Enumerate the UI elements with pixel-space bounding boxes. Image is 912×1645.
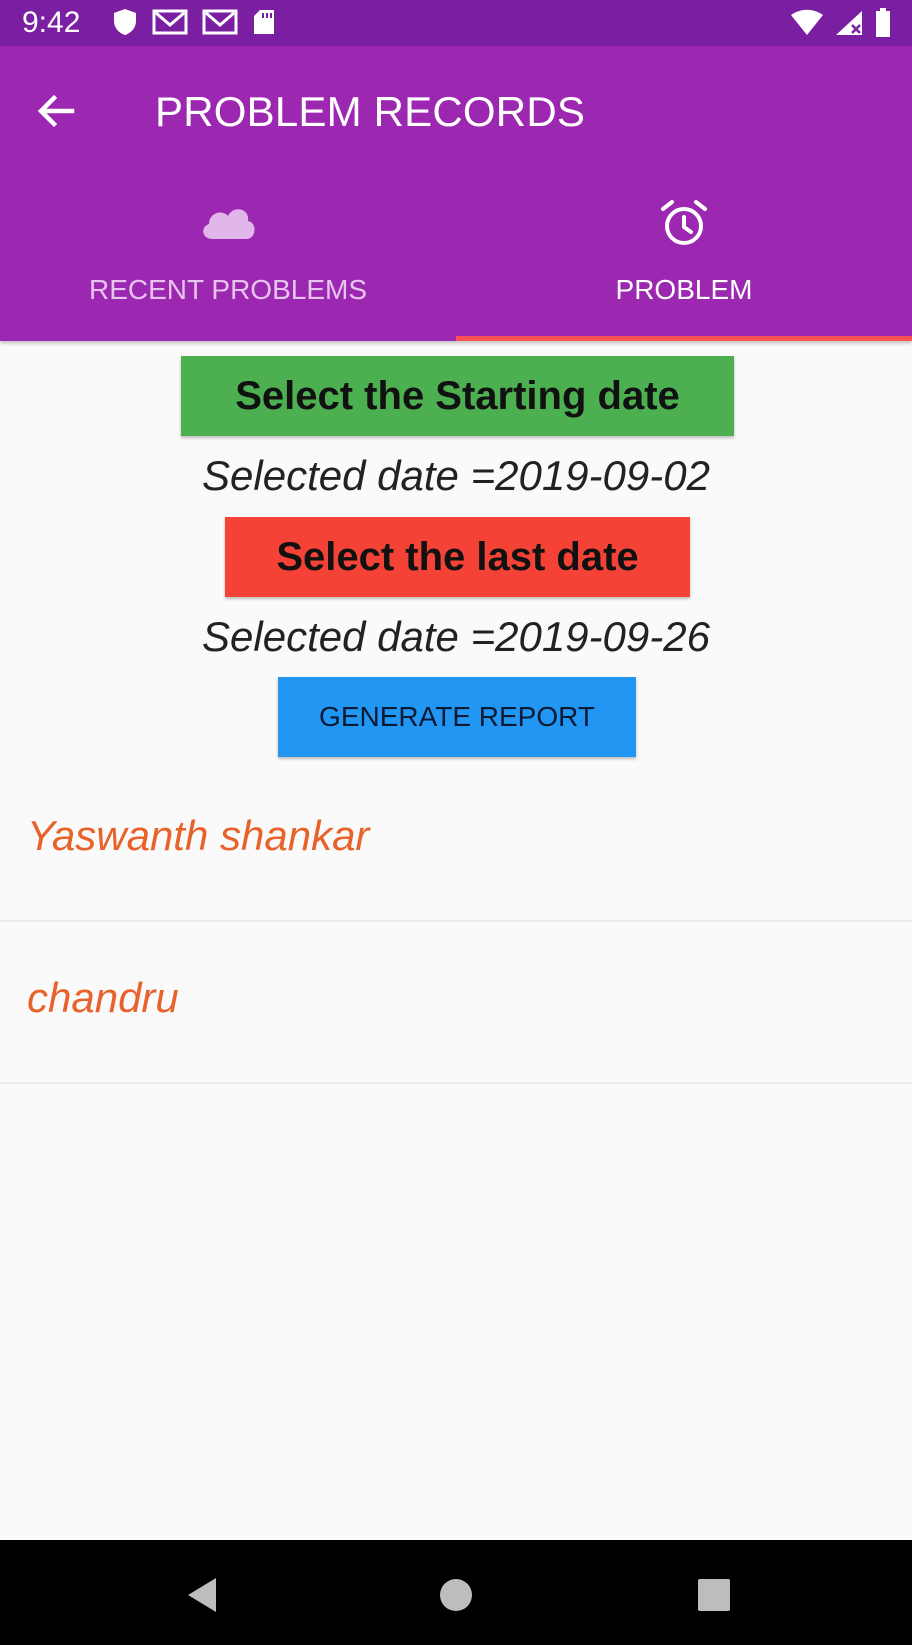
nav-back-button[interactable] xyxy=(180,1570,230,1620)
status-bar: 9:42 xyxy=(0,0,912,46)
back-button[interactable] xyxy=(32,86,82,136)
status-icons-right xyxy=(790,8,892,38)
list-item-name: chandru xyxy=(27,974,179,1021)
cloud-icon xyxy=(198,199,258,248)
tab-label-problem: PROBLEM xyxy=(615,274,753,305)
select-last-date-button[interactable]: Select the last date xyxy=(225,517,690,597)
page-title: PROBLEM RECORDS xyxy=(155,88,586,135)
end-date-text: Selected date =2019-09-26 xyxy=(202,613,710,660)
app-bar: PROBLEM RECORDS RECENT PROBLEMS PROBLEM xyxy=(0,46,912,341)
back-triangle-icon xyxy=(188,1578,216,1612)
tab-recent-problems[interactable]: RECENT PROBLEMS xyxy=(0,196,456,341)
gmail-icon xyxy=(202,9,238,35)
generate-report-button[interactable]: GENERATE REPORT xyxy=(278,677,636,757)
list-item[interactable]: chandru xyxy=(0,922,912,1084)
alarm-clock-icon xyxy=(659,199,709,254)
selected-tab-indicator xyxy=(456,336,912,341)
signal-icon xyxy=(836,11,862,35)
recents-square-icon xyxy=(698,1579,730,1611)
wifi-icon xyxy=(791,9,823,35)
gmail-icon xyxy=(152,9,188,35)
records-list: Yaswanth shankar chandru xyxy=(0,760,912,1084)
list-item-name: Yaswanth shankar xyxy=(27,812,370,859)
shield-icon xyxy=(114,9,136,35)
select-start-date-button[interactable]: Select the Starting date xyxy=(181,356,734,436)
sd-card-icon xyxy=(254,10,274,34)
status-time: 9:42 xyxy=(22,6,81,39)
status-icons-left xyxy=(112,8,276,36)
nav-recents-button[interactable] xyxy=(689,1570,739,1620)
start-date-text: Selected date =2019-09-02 xyxy=(202,452,710,499)
tab-problem[interactable]: PROBLEM xyxy=(456,196,912,341)
home-circle-icon xyxy=(440,1579,472,1611)
tab-label-recent-problems: RECENT PROBLEMS xyxy=(89,274,367,305)
arrow-left-icon xyxy=(37,94,75,128)
battery-icon xyxy=(876,8,890,37)
nav-home-button[interactable] xyxy=(431,1570,481,1620)
navigation-bar xyxy=(0,1540,912,1645)
list-item[interactable]: Yaswanth shankar xyxy=(0,760,912,922)
